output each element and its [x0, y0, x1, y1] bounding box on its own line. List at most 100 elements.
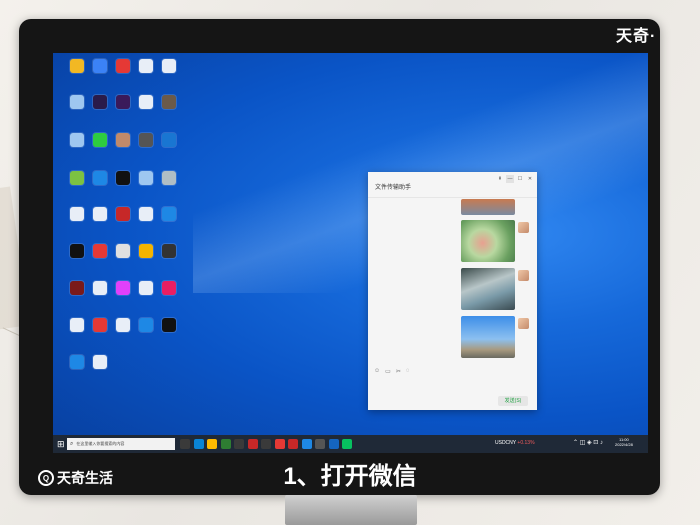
desktop-icon[interactable] — [111, 281, 135, 297]
desktop-icon[interactable] — [88, 207, 112, 223]
taskbar-clock[interactable]: 11:00 2022/4/28 — [615, 437, 633, 447]
taskbar-app-icon[interactable] — [301, 439, 312, 449]
stock-symbol: USDCNY — [495, 440, 517, 446]
chat-history-icon[interactable]: ◌ — [406, 368, 410, 375]
desktop-icon[interactable] — [157, 281, 181, 297]
desktop-icon-graphic — [139, 207, 153, 221]
taskbar-app-icon[interactable] — [247, 439, 258, 449]
desktop-icon[interactable] — [88, 171, 112, 187]
desktop-icon[interactable] — [65, 133, 89, 149]
taskbar-app-icon[interactable] — [342, 439, 352, 449]
wechat-window[interactable]: 文件传输助手 ⇞ — ☐ ✕ ☺ ▭ ✂ ◌ 发送(S) — [368, 172, 537, 410]
desktop-icon-graphic — [116, 318, 130, 332]
taskbar-app-icon[interactable] — [315, 439, 325, 449]
windows-start-icon[interactable]: ⊞ — [57, 439, 65, 450]
taskbar-app-icon[interactable] — [207, 439, 217, 449]
chat-image-message[interactable] — [461, 316, 515, 358]
desktop-icon-graphic — [70, 318, 84, 332]
desktop-icon[interactable] — [134, 171, 158, 187]
send-button[interactable]: 发送(S) — [498, 396, 528, 406]
taskbar-app-icon[interactable] — [261, 439, 271, 449]
desktop-icon[interactable] — [88, 318, 112, 334]
close-icon[interactable]: ✕ — [526, 175, 534, 183]
desktop-icon[interactable] — [134, 281, 158, 297]
desktop-icon[interactable] — [157, 207, 181, 223]
taskbar-app-icon[interactable] — [220, 439, 231, 449]
desktop-icon[interactable] — [111, 95, 135, 111]
chat-image-message[interactable] — [461, 199, 515, 215]
wechat-title-bar[interactable]: 文件传输助手 ⇞ — ☐ ✕ — [368, 172, 537, 198]
desktop-icon[interactable] — [157, 59, 181, 75]
desktop-icon-graphic — [139, 95, 153, 109]
taskbar-search-box[interactable]: ⌕ 在这里输入你要搜索的内容 — [67, 438, 175, 450]
desktop-icon-graphic — [139, 59, 153, 73]
desktop-icon[interactable] — [111, 318, 135, 334]
desktop-icon[interactable] — [111, 171, 135, 187]
taskbar-app-icon[interactable] — [193, 439, 204, 449]
desktop-icon[interactable] — [65, 207, 89, 223]
search-icon: ⌕ — [70, 440, 74, 447]
desktop-icon[interactable] — [111, 59, 135, 75]
system-tray[interactable]: ⌃ ◫ ◈ ⊡ ♪ — [573, 439, 603, 446]
desktop-icon[interactable] — [134, 133, 158, 149]
taskbar-app-icon[interactable] — [180, 439, 190, 449]
desktop-icon[interactable] — [65, 244, 89, 260]
desktop-icon-graphic — [162, 171, 176, 185]
desktop-icon-graphic — [93, 281, 107, 295]
desktop-icon[interactable] — [134, 318, 158, 334]
stock-widget[interactable]: USDCNY +0.13% — [495, 440, 535, 446]
stock-change: +0.13% — [517, 440, 535, 446]
wechat-chat-title: 文件传输助手 — [375, 185, 412, 191]
file-icon[interactable]: ▭ — [385, 368, 391, 375]
desktop-icon-graphic — [162, 207, 176, 221]
taskbar-app-icon[interactable] — [328, 439, 339, 449]
desktop-icon[interactable] — [88, 281, 112, 297]
desktop-icon[interactable] — [134, 59, 158, 75]
maximize-icon[interactable]: ☐ — [516, 175, 524, 183]
desktop-icon[interactable] — [65, 59, 89, 75]
desktop-icon[interactable] — [111, 133, 135, 149]
desktop-icon[interactable] — [157, 318, 181, 334]
avatar[interactable] — [518, 270, 529, 281]
desktop-icon[interactable] — [157, 95, 181, 111]
desktop-icon-grid — [53, 53, 183, 435]
desktop-icon-graphic — [139, 171, 153, 185]
desktop-icon[interactable] — [134, 207, 158, 223]
desktop-icon[interactable] — [134, 244, 158, 260]
desktop-icon-graphic — [70, 95, 84, 109]
brand-name: 天奇生活 — [57, 470, 113, 486]
taskbar-app-icon[interactable] — [288, 439, 298, 449]
desktop-icon[interactable] — [88, 59, 112, 75]
avatar[interactable] — [518, 222, 529, 233]
minimize-icon[interactable]: — — [506, 175, 514, 183]
taskbar: ⊞ ⌕ 在这里输入你要搜索的内容 USDCNY +0.13% ⌃ ◫ ◈ ⊡ ♪… — [53, 435, 648, 453]
desktop-icon-graphic — [116, 207, 130, 221]
desktop-icon-graphic — [139, 244, 153, 258]
desktop-icon[interactable] — [157, 244, 181, 260]
screenshot-icon[interactable]: ✂ — [396, 368, 401, 375]
desktop-icon[interactable] — [111, 244, 135, 260]
chat-image-message[interactable] — [461, 268, 515, 310]
desktop-icon[interactable] — [88, 95, 112, 111]
desktop-icon[interactable] — [111, 207, 135, 223]
taskbar-app-icon[interactable] — [234, 439, 244, 449]
desktop-icon[interactable] — [88, 244, 112, 260]
emoji-icon[interactable]: ☺ — [374, 368, 380, 375]
desktop-icon-graphic — [93, 207, 107, 221]
taskbar-app-icon[interactable] — [274, 439, 285, 449]
chat-image-message[interactable] — [461, 220, 515, 262]
avatar[interactable] — [518, 318, 529, 329]
desktop-icon[interactable] — [65, 318, 89, 334]
desktop-icon[interactable] — [65, 355, 89, 371]
desktop-icon[interactable] — [88, 133, 112, 149]
desktop-icon-graphic — [116, 281, 130, 295]
desktop-icon[interactable] — [157, 171, 181, 187]
desktop-icon[interactable] — [65, 171, 89, 187]
desktop-icon[interactable] — [134, 95, 158, 111]
pin-icon[interactable]: ⇞ — [496, 175, 504, 183]
desktop-icon[interactable] — [65, 281, 89, 297]
desktop-icon[interactable] — [65, 95, 89, 111]
desktop-icon[interactable] — [157, 133, 181, 149]
desktop-icon[interactable] — [88, 355, 112, 371]
desktop-icon-graphic — [162, 281, 176, 295]
